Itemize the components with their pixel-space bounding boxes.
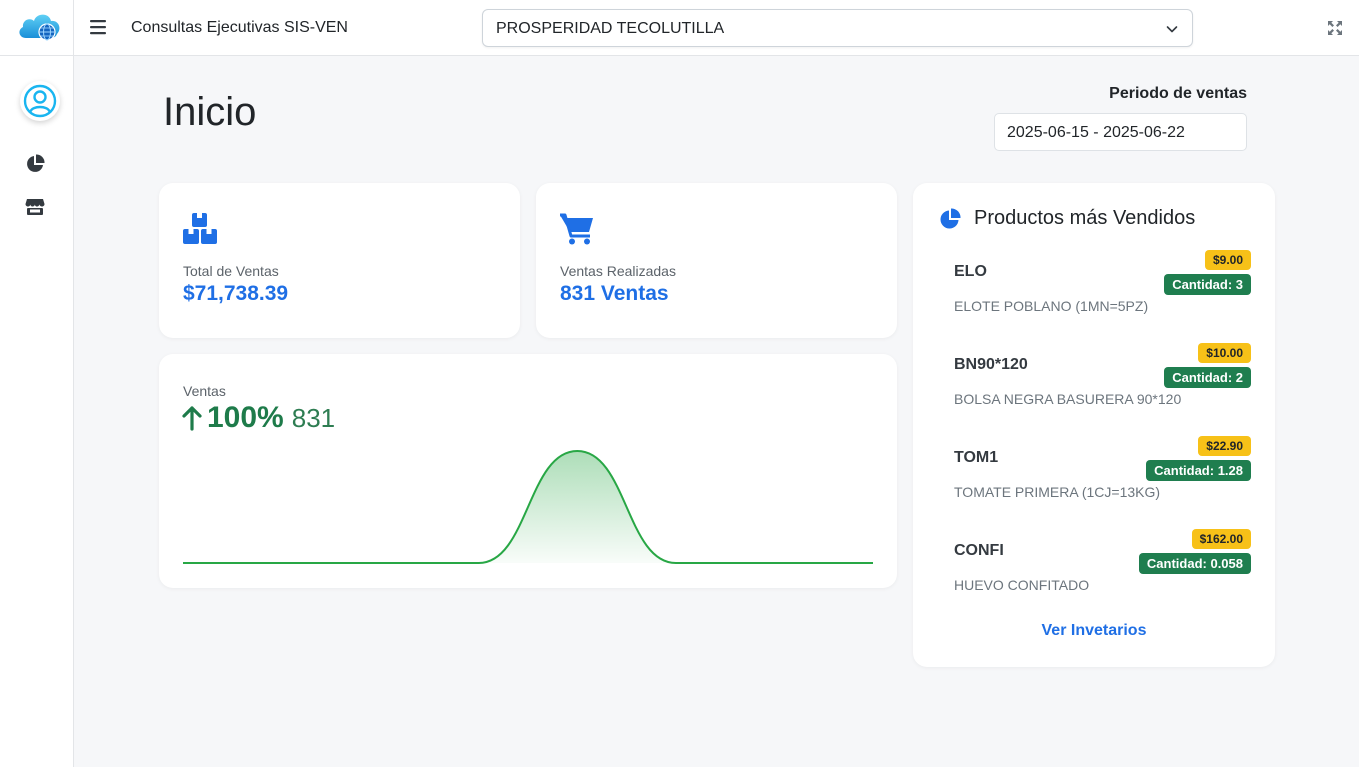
period-label: Periodo de ventas	[1109, 85, 1247, 102]
product-price-badge: $162.00	[1191, 529, 1251, 549]
product-code: TOM1	[954, 449, 999, 466]
sidebar	[0, 0, 74, 767]
sales-change-percent: 100%	[207, 401, 284, 434]
sales-count-value: 831 Ventas	[560, 282, 669, 305]
sales-data-point[interactable]	[670, 557, 682, 564]
top-products-header: Productos más Vendidos	[939, 207, 1195, 230]
pie-chart-icon	[940, 207, 961, 228]
nav-store[interactable]	[25, 197, 45, 217]
sales-data-point[interactable]	[473, 557, 485, 564]
product-item[interactable]: BN90*120 $10.00 Cantidad: 2 BOLSA NEGRA …	[954, 343, 1251, 413]
product-description: HUEVO CONFITADO	[954, 577, 1090, 593]
hamburger-icon[interactable]	[88, 17, 108, 37]
top-products-card: Productos más Vendidos ELO $9.00 Cantida…	[913, 183, 1275, 667]
sales-data-point[interactable]	[276, 557, 288, 564]
sales-data-point[interactable]	[768, 557, 780, 564]
sales-chart-count: 831	[291, 403, 336, 433]
top-bar: Consultas Ejecutivas SIS-VEN PROSPERIDAD…	[74, 0, 1359, 56]
product-code: CONFI	[954, 542, 1004, 559]
store-select-value: PROSPERIDAD TECOLUTILLA	[496, 20, 725, 37]
product-description: BOLSA NEGRA BASURERA 90*120	[954, 391, 1182, 407]
top-products-title: Productos más Vendidos	[974, 207, 1196, 229]
sales-data-point[interactable]	[571, 445, 583, 457]
product-code: ELO	[954, 263, 987, 280]
store-icon	[25, 199, 45, 215]
product-quantity-badge: Cantidad: 3	[1164, 274, 1251, 295]
sales-data-point[interactable]	[183, 557, 189, 564]
sales-chart-card: Ventas 100% 831	[159, 354, 897, 588]
cloud-globe-icon[interactable]	[16, 8, 64, 44]
product-item[interactable]: CONFI $162.00 Cantidad: 0.058 HUEVO CONF…	[954, 529, 1251, 599]
period-date-range-value: 2025-06-15 - 2025-06-22	[1007, 124, 1185, 141]
product-price-badge: $22.90	[1198, 436, 1251, 456]
sales-chart-label: Ventas	[183, 383, 226, 399]
product-price-badge: $10.00	[1198, 343, 1251, 363]
product-quantity-badge: Cantidad: 1.28	[1146, 460, 1251, 481]
sidebar-divider	[0, 55, 73, 56]
view-inventories-link[interactable]: Ver Invetarios	[913, 622, 1275, 640]
sales-chart-headline: 100% 831	[181, 401, 335, 435]
product-item[interactable]: TOM1 $22.90 Cantidad: 1.28 TOMATE PRIMER…	[954, 436, 1251, 506]
user-circle-icon	[23, 84, 57, 118]
sales-count-card: Ventas Realizadas 831 Ventas	[536, 183, 897, 338]
chevron-down-icon	[1166, 26, 1178, 33]
product-quantity-badge: Cantidad: 2	[1164, 367, 1251, 388]
app-title: Consultas Ejecutivas SIS-VEN	[131, 19, 348, 36]
product-price-badge: $9.00	[1204, 250, 1251, 270]
cart-icon	[560, 213, 593, 245]
boxes-icon	[183, 213, 217, 244]
sales-count-label: Ventas Realizadas	[560, 263, 676, 279]
product-description: TOMATE PRIMERA (1CJ=13KG)	[954, 484, 1161, 500]
product-quantity-badge: Cantidad: 0.058	[1138, 553, 1251, 574]
product-code: BN90*120	[954, 356, 1028, 373]
total-sales-card: Total de Ventas $71,738.39	[159, 183, 520, 338]
total-sales-value: $71,738.39	[183, 282, 289, 305]
sales-data-point[interactable]	[374, 557, 386, 564]
store-select[interactable]: PROSPERIDAD TECOLUTILLA	[482, 9, 1193, 47]
nav-pie-chart[interactable]	[25, 154, 45, 174]
expand-icon[interactable]	[1327, 20, 1343, 36]
total-sales-label: Total de Ventas	[183, 263, 279, 279]
page-title: Inicio	[163, 90, 257, 134]
sales-data-point[interactable]	[867, 557, 873, 564]
product-description: ELOTE POBLANO (1MN=5PZ)	[954, 298, 1149, 314]
user-avatar[interactable]	[20, 81, 60, 121]
product-item[interactable]: ELO $9.00 Cantidad: 3 ELOTE POBLANO (1MN…	[954, 250, 1251, 320]
sales-area-chart	[183, 445, 873, 564]
period-date-range-input[interactable]: 2025-06-15 - 2025-06-22	[994, 113, 1247, 151]
arrow-up-icon	[182, 406, 202, 431]
pie-chart-icon	[27, 154, 45, 172]
